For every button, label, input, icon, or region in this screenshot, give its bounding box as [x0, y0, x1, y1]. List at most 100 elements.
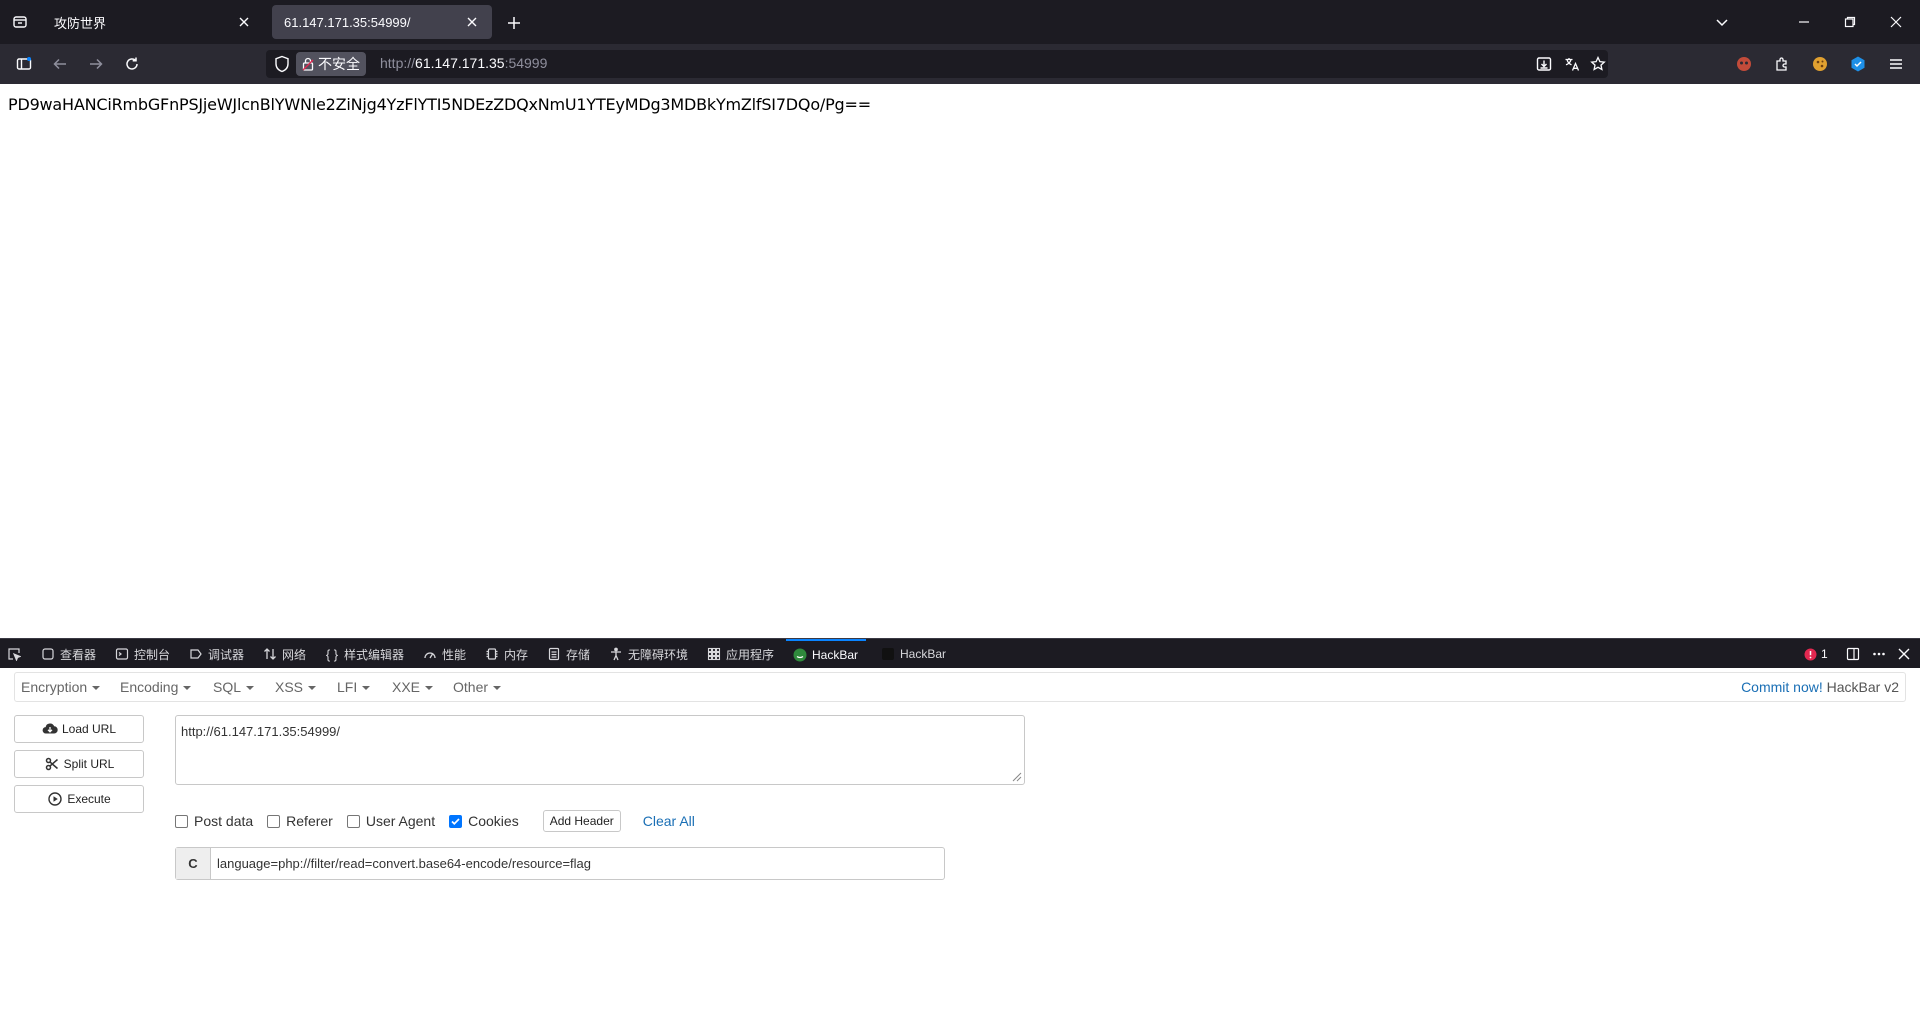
resize-grip-icon[interactable]	[1012, 772, 1022, 782]
add-header-button[interactable]: Add Header	[542, 810, 621, 832]
menu-lfi[interactable]: LFI	[337, 679, 371, 695]
devtools-tab-accessibility[interactable]: 无障碍环境	[608, 639, 688, 669]
translate-icon[interactable]	[1562, 54, 1582, 74]
debugger-icon	[188, 646, 204, 662]
tab-gongfang[interactable]: 攻防世界	[42, 5, 264, 39]
execute-button[interactable]: Execute	[14, 785, 144, 813]
address-bar[interactable]: 不安全 http://61.147.171.35:54999	[266, 50, 1608, 78]
referer-checkbox[interactable]	[267, 814, 281, 828]
error-count-badge[interactable]: 1	[1804, 639, 1828, 669]
navigation-toolbar: 不安全 http://61.147.171.35:54999	[0, 44, 1920, 84]
error-icon	[1804, 648, 1817, 660]
user-agent-label: User Agent	[365, 813, 436, 829]
app-menu-hamburger-icon[interactable]	[1884, 52, 1908, 76]
save-to-pocket-icon[interactable]	[1534, 54, 1554, 74]
hackbar-icon	[792, 647, 808, 663]
commit-now-link[interactable]: Commit now!	[1741, 679, 1823, 695]
devtools-tab-label: 查看器	[60, 647, 97, 662]
menu-label: Encryption	[21, 679, 88, 695]
clear-all-link[interactable]: Clear All	[643, 813, 695, 829]
devtools-tab-hackbar[interactable]: HackBar	[786, 639, 867, 669]
devtools-tab-label: 性能	[442, 647, 467, 662]
menu-encryption[interactable]: Encryption	[21, 679, 101, 695]
cookies-checkbox[interactable]	[449, 814, 463, 828]
url-scheme: http://	[380, 55, 416, 71]
tracking-protection-shield-icon[interactable]	[274, 55, 290, 73]
devtools-tab-label: 网络	[282, 647, 307, 662]
console-icon	[114, 646, 130, 662]
play-circle-icon	[47, 791, 63, 807]
menu-xss[interactable]: XSS	[275, 679, 317, 695]
devtools-tab-label: 内存	[504, 647, 529, 662]
extensions-puzzle-icon[interactable]	[1770, 52, 1794, 76]
restore-icon[interactable]	[1834, 6, 1866, 38]
split-url-button[interactable]: Split URL	[14, 750, 144, 778]
devtools-tab-performance[interactable]: 性能	[422, 639, 466, 669]
bookmark-star-icon[interactable]	[1588, 54, 1608, 74]
menu-other[interactable]: Other	[453, 679, 502, 695]
menu-label: Encoding	[120, 679, 179, 695]
devtools-tab-style-editor[interactable]: { } 样式编辑器	[324, 639, 404, 669]
url-textarea-value: http://61.147.171.35:54999/	[181, 724, 341, 739]
extension-blue-cube-icon[interactable]	[1846, 52, 1870, 76]
menu-encoding[interactable]: Encoding	[120, 679, 192, 695]
back-icon[interactable]	[46, 50, 74, 78]
devtools-tab-console[interactable]: 控制台	[114, 639, 170, 669]
devtools-tab-inspector[interactable]: 查看器	[40, 639, 96, 669]
tab-list-icon[interactable]	[6, 8, 34, 36]
url-text[interactable]: http://61.147.171.35:54999	[380, 55, 547, 71]
referer-option[interactable]: Referer	[267, 813, 333, 829]
menu-xxe[interactable]: XXE	[392, 679, 434, 695]
post-data-option[interactable]: Post data	[175, 813, 253, 829]
post-data-checkbox[interactable]	[175, 814, 188, 828]
cookies-option[interactable]: Cookies	[449, 813, 519, 829]
new-tab-icon[interactable]	[500, 9, 528, 37]
storage-icon	[546, 646, 562, 662]
connection-not-secure-badge[interactable]: 不安全	[296, 52, 366, 76]
close-window-icon[interactable]	[1880, 6, 1912, 38]
error-count: 1	[1821, 647, 1828, 661]
split-url-label: Split URL	[63, 757, 115, 771]
devtools-tab-label: 无障碍环境	[628, 647, 689, 662]
devtools-tab-storage[interactable]: 存储	[546, 639, 590, 669]
minimize-icon[interactable]	[1788, 6, 1820, 38]
user-agent-checkbox[interactable]	[346, 814, 360, 828]
close-tab-icon[interactable]	[234, 12, 254, 32]
devtools-tab-label: 调试器	[208, 647, 245, 662]
devtools-tab-debugger[interactable]: 调试器	[188, 639, 244, 669]
devtools-tab-hackbar-2[interactable]: HackBar	[880, 639, 946, 669]
devtools-tab-memory[interactable]: 内存	[484, 639, 528, 669]
list-all-tabs-chevron-icon[interactable]	[1706, 6, 1738, 38]
menu-label: LFI	[337, 679, 358, 695]
url-textarea[interactable]: http://61.147.171.35:54999/	[175, 715, 1025, 785]
tab-title: 攻防世界	[54, 15, 107, 31]
hackbar-version: HackBar v2	[1826, 679, 1899, 695]
menu-sql[interactable]: SQL	[213, 679, 255, 695]
close-tab-icon[interactable]	[462, 12, 482, 32]
extension-red-mask-icon[interactable]	[1732, 52, 1756, 76]
load-url-button[interactable]: Load URL	[14, 715, 144, 743]
cookie-input[interactable]: language=php://filter/read=convert.base6…	[211, 848, 944, 879]
user-agent-option[interactable]: User Agent	[346, 813, 436, 829]
extension-cookie-icon[interactable]	[1808, 52, 1832, 76]
devtools-tab-network[interactable]: 网络	[262, 639, 306, 669]
cookie-field-label: C	[176, 848, 211, 879]
hackbar-dark-icon	[880, 646, 896, 662]
performance-icon	[422, 646, 438, 662]
execute-label: Execute	[67, 792, 111, 806]
element-picker-icon[interactable]	[6, 639, 22, 669]
more-options-icon[interactable]	[1872, 639, 1886, 669]
dock-side-icon[interactable]	[1846, 639, 1860, 669]
accessibility-icon	[608, 646, 624, 662]
scissors-icon	[44, 756, 60, 772]
referer-label: Referer	[286, 813, 333, 829]
sidebar-icon[interactable]	[10, 50, 38, 78]
reload-icon[interactable]	[118, 50, 146, 78]
checkmark-icon	[451, 817, 460, 825]
close-devtools-icon[interactable]	[1898, 639, 1910, 669]
forward-icon[interactable]	[82, 50, 110, 78]
tab-active-page[interactable]: 61.147.171.35:54999/	[272, 5, 492, 39]
menu-label: XSS	[275, 679, 304, 695]
caret-down-icon	[308, 686, 317, 691]
devtools-tab-application[interactable]: 应用程序	[706, 639, 774, 669]
